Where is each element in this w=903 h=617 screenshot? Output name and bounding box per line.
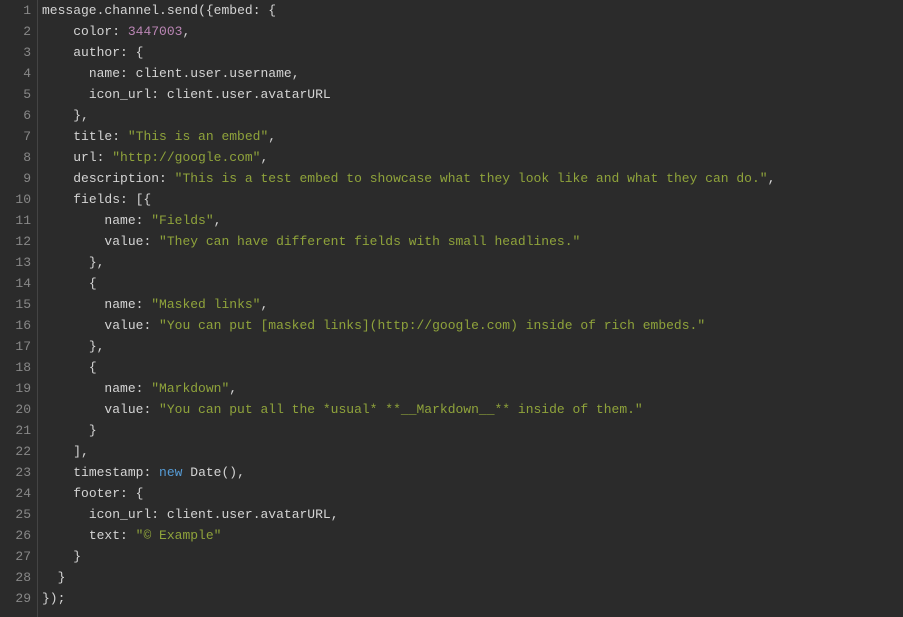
code-line[interactable]: icon_url: client.user.avatarURL — [42, 84, 903, 105]
line-number: 12 — [0, 231, 31, 252]
line-number: 14 — [0, 273, 31, 294]
line-number: 16 — [0, 315, 31, 336]
line-number: 17 — [0, 336, 31, 357]
line-number: 26 — [0, 525, 31, 546]
code-line[interactable]: { — [42, 357, 903, 378]
code-text-area[interactable]: message.channel.send({embed: { color: 34… — [38, 0, 903, 617]
code-line[interactable]: value: "They can have different fields w… — [42, 231, 903, 252]
line-number: 21 — [0, 420, 31, 441]
line-number: 23 — [0, 462, 31, 483]
code-editor[interactable]: 1234567891011121314151617181920212223242… — [0, 0, 903, 617]
line-number: 19 — [0, 378, 31, 399]
line-number: 8 — [0, 147, 31, 168]
line-number: 15 — [0, 294, 31, 315]
line-number: 22 — [0, 441, 31, 462]
line-number: 13 — [0, 252, 31, 273]
code-line[interactable]: }, — [42, 105, 903, 126]
code-line[interactable]: { — [42, 273, 903, 294]
code-line[interactable]: value: "You can put all the *usual* **__… — [42, 399, 903, 420]
line-number: 9 — [0, 168, 31, 189]
line-number: 28 — [0, 567, 31, 588]
line-number: 3 — [0, 42, 31, 63]
line-number: 11 — [0, 210, 31, 231]
code-line[interactable]: title: "This is an embed", — [42, 126, 903, 147]
code-line[interactable]: name: "Masked links", — [42, 294, 903, 315]
code-line[interactable]: name: "Markdown", — [42, 378, 903, 399]
line-number: 1 — [0, 0, 31, 21]
code-line[interactable]: value: "You can put [masked links](http:… — [42, 315, 903, 336]
code-line[interactable]: name: client.user.username, — [42, 63, 903, 84]
code-line[interactable]: text: "© Example" — [42, 525, 903, 546]
code-line[interactable]: url: "http://google.com", — [42, 147, 903, 168]
code-line[interactable]: }, — [42, 252, 903, 273]
code-line[interactable]: color: 3447003, — [42, 21, 903, 42]
code-line[interactable]: }, — [42, 336, 903, 357]
code-line[interactable]: } — [42, 567, 903, 588]
line-number-gutter: 1234567891011121314151617181920212223242… — [0, 0, 38, 617]
code-line[interactable]: timestamp: new Date(), — [42, 462, 903, 483]
code-line[interactable]: name: "Fields", — [42, 210, 903, 231]
code-line[interactable]: ], — [42, 441, 903, 462]
code-line[interactable]: }); — [42, 588, 903, 609]
code-line[interactable]: } — [42, 420, 903, 441]
code-line[interactable]: fields: [{ — [42, 189, 903, 210]
code-line[interactable]: author: { — [42, 42, 903, 63]
line-number: 4 — [0, 63, 31, 84]
line-number: 25 — [0, 504, 31, 525]
line-number: 20 — [0, 399, 31, 420]
line-number: 7 — [0, 126, 31, 147]
line-number: 24 — [0, 483, 31, 504]
code-line[interactable]: description: "This is a test embed to sh… — [42, 168, 903, 189]
line-number: 5 — [0, 84, 31, 105]
line-number: 29 — [0, 588, 31, 609]
code-line[interactable]: } — [42, 546, 903, 567]
line-number: 2 — [0, 21, 31, 42]
line-number: 27 — [0, 546, 31, 567]
line-number: 6 — [0, 105, 31, 126]
code-line[interactable]: icon_url: client.user.avatarURL, — [42, 504, 903, 525]
line-number: 18 — [0, 357, 31, 378]
code-line[interactable]: footer: { — [42, 483, 903, 504]
line-number: 10 — [0, 189, 31, 210]
code-line[interactable]: message.channel.send({embed: { — [42, 0, 903, 21]
